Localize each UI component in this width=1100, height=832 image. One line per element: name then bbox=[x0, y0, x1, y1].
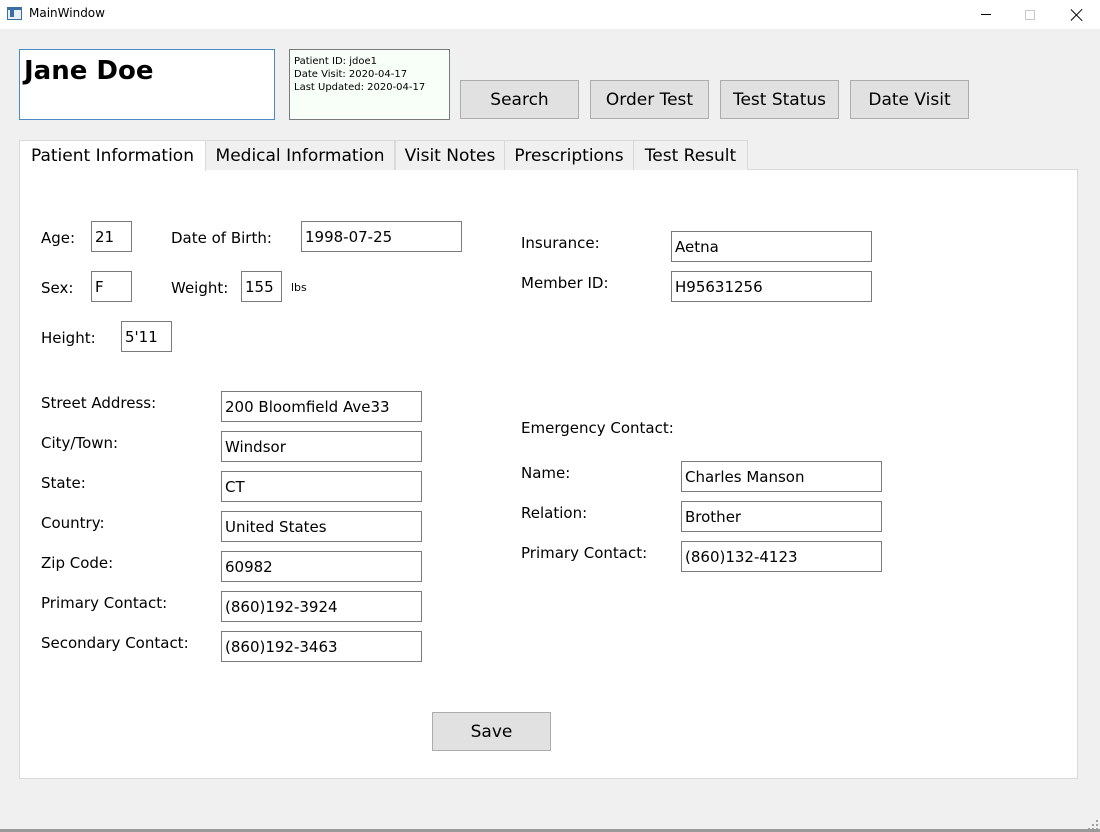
weight-unit: lbs bbox=[291, 281, 307, 294]
maximize-button[interactable] bbox=[1007, 0, 1053, 29]
patient-summary: Patient ID: jdoe1 Date Visit: 2020-04-17… bbox=[289, 49, 450, 120]
order-test-button[interactable]: Order Test bbox=[590, 80, 709, 119]
date-visit-button[interactable]: Date Visit bbox=[850, 80, 969, 119]
insurance-label: Insurance: bbox=[521, 234, 600, 252]
secondary-contact-label: Secondary Contact: bbox=[41, 634, 189, 652]
city-label: City/Town: bbox=[41, 434, 119, 452]
dob-field[interactable]: 1998-07-25 bbox=[301, 221, 462, 252]
street-field[interactable]: 200 Bloomfield Ave33 bbox=[221, 391, 422, 422]
maximize-icon bbox=[1025, 9, 1035, 20]
street-label: Street Address: bbox=[41, 394, 157, 412]
emergency-primary-contact-label: Primary Contact: bbox=[521, 544, 648, 562]
date-visit-text: Date Visit: 2020-04-17 bbox=[294, 69, 408, 80]
dob-label: Date of Birth: bbox=[171, 229, 272, 247]
age-label: Age: bbox=[41, 229, 76, 247]
search-button[interactable]: Search bbox=[460, 80, 579, 119]
test-status-button[interactable]: Test Status bbox=[720, 80, 839, 119]
state-field[interactable]: CT bbox=[221, 471, 422, 502]
country-field[interactable]: United States bbox=[221, 511, 422, 542]
tab-test-result[interactable]: Test Result bbox=[633, 140, 748, 170]
patient-id-text: Patient ID: jdoe1 bbox=[294, 56, 377, 67]
save-button[interactable]: Save bbox=[432, 712, 551, 751]
emergency-relation-field[interactable]: Brother bbox=[681, 501, 882, 532]
close-button[interactable] bbox=[1054, 0, 1100, 29]
tab-patient-information[interactable]: Patient Information bbox=[19, 140, 206, 171]
emergency-primary-contact-field[interactable]: (860)132-4123 bbox=[681, 541, 882, 572]
emergency-contact-heading: Emergency Contact: bbox=[521, 419, 674, 437]
minimize-icon bbox=[981, 14, 991, 15]
insurance-field[interactable]: Aetna bbox=[671, 231, 872, 262]
sex-label: Sex: bbox=[41, 279, 74, 297]
member-id-label: Member ID: bbox=[521, 274, 609, 292]
close-icon bbox=[1070, 8, 1084, 22]
tab-prescriptions[interactable]: Prescriptions bbox=[504, 140, 634, 170]
window-title: MainWindow bbox=[29, 6, 105, 20]
emergency-name-label: Name: bbox=[521, 464, 571, 482]
weight-field[interactable]: 155 bbox=[241, 271, 282, 302]
minimize-button[interactable] bbox=[963, 0, 1009, 29]
sex-field[interactable]: F bbox=[91, 271, 132, 302]
primary-contact-field[interactable]: (860)192-3924 bbox=[221, 591, 422, 622]
zip-label: Zip Code: bbox=[41, 554, 114, 572]
app-window-icon bbox=[7, 7, 22, 20]
last-updated-text: Last Updated: 2020-04-17 bbox=[294, 82, 426, 93]
state-label: State: bbox=[41, 474, 86, 492]
age-field[interactable]: 21 bbox=[91, 221, 132, 252]
member-id-field[interactable]: H95631256 bbox=[671, 271, 872, 302]
emergency-name-field[interactable]: Charles Manson bbox=[681, 461, 882, 492]
tab-medical-information[interactable]: Medical Information bbox=[205, 140, 395, 170]
city-field[interactable]: Windsor bbox=[221, 431, 422, 462]
country-label: Country: bbox=[41, 514, 105, 532]
zip-field[interactable]: 60982 bbox=[221, 551, 422, 582]
tab-visit-notes[interactable]: Visit Notes bbox=[395, 140, 505, 170]
secondary-contact-field[interactable]: (860)192-3463 bbox=[221, 631, 422, 662]
height-field[interactable]: 5'11 bbox=[121, 321, 172, 352]
emergency-relation-label: Relation: bbox=[521, 504, 588, 522]
primary-contact-label: Primary Contact: bbox=[41, 594, 168, 612]
weight-label: Weight: bbox=[171, 279, 229, 297]
patient-name: Jane Doe bbox=[19, 49, 275, 120]
height-label: Height: bbox=[41, 329, 96, 347]
title-bar: MainWindow bbox=[0, 0, 1100, 29]
